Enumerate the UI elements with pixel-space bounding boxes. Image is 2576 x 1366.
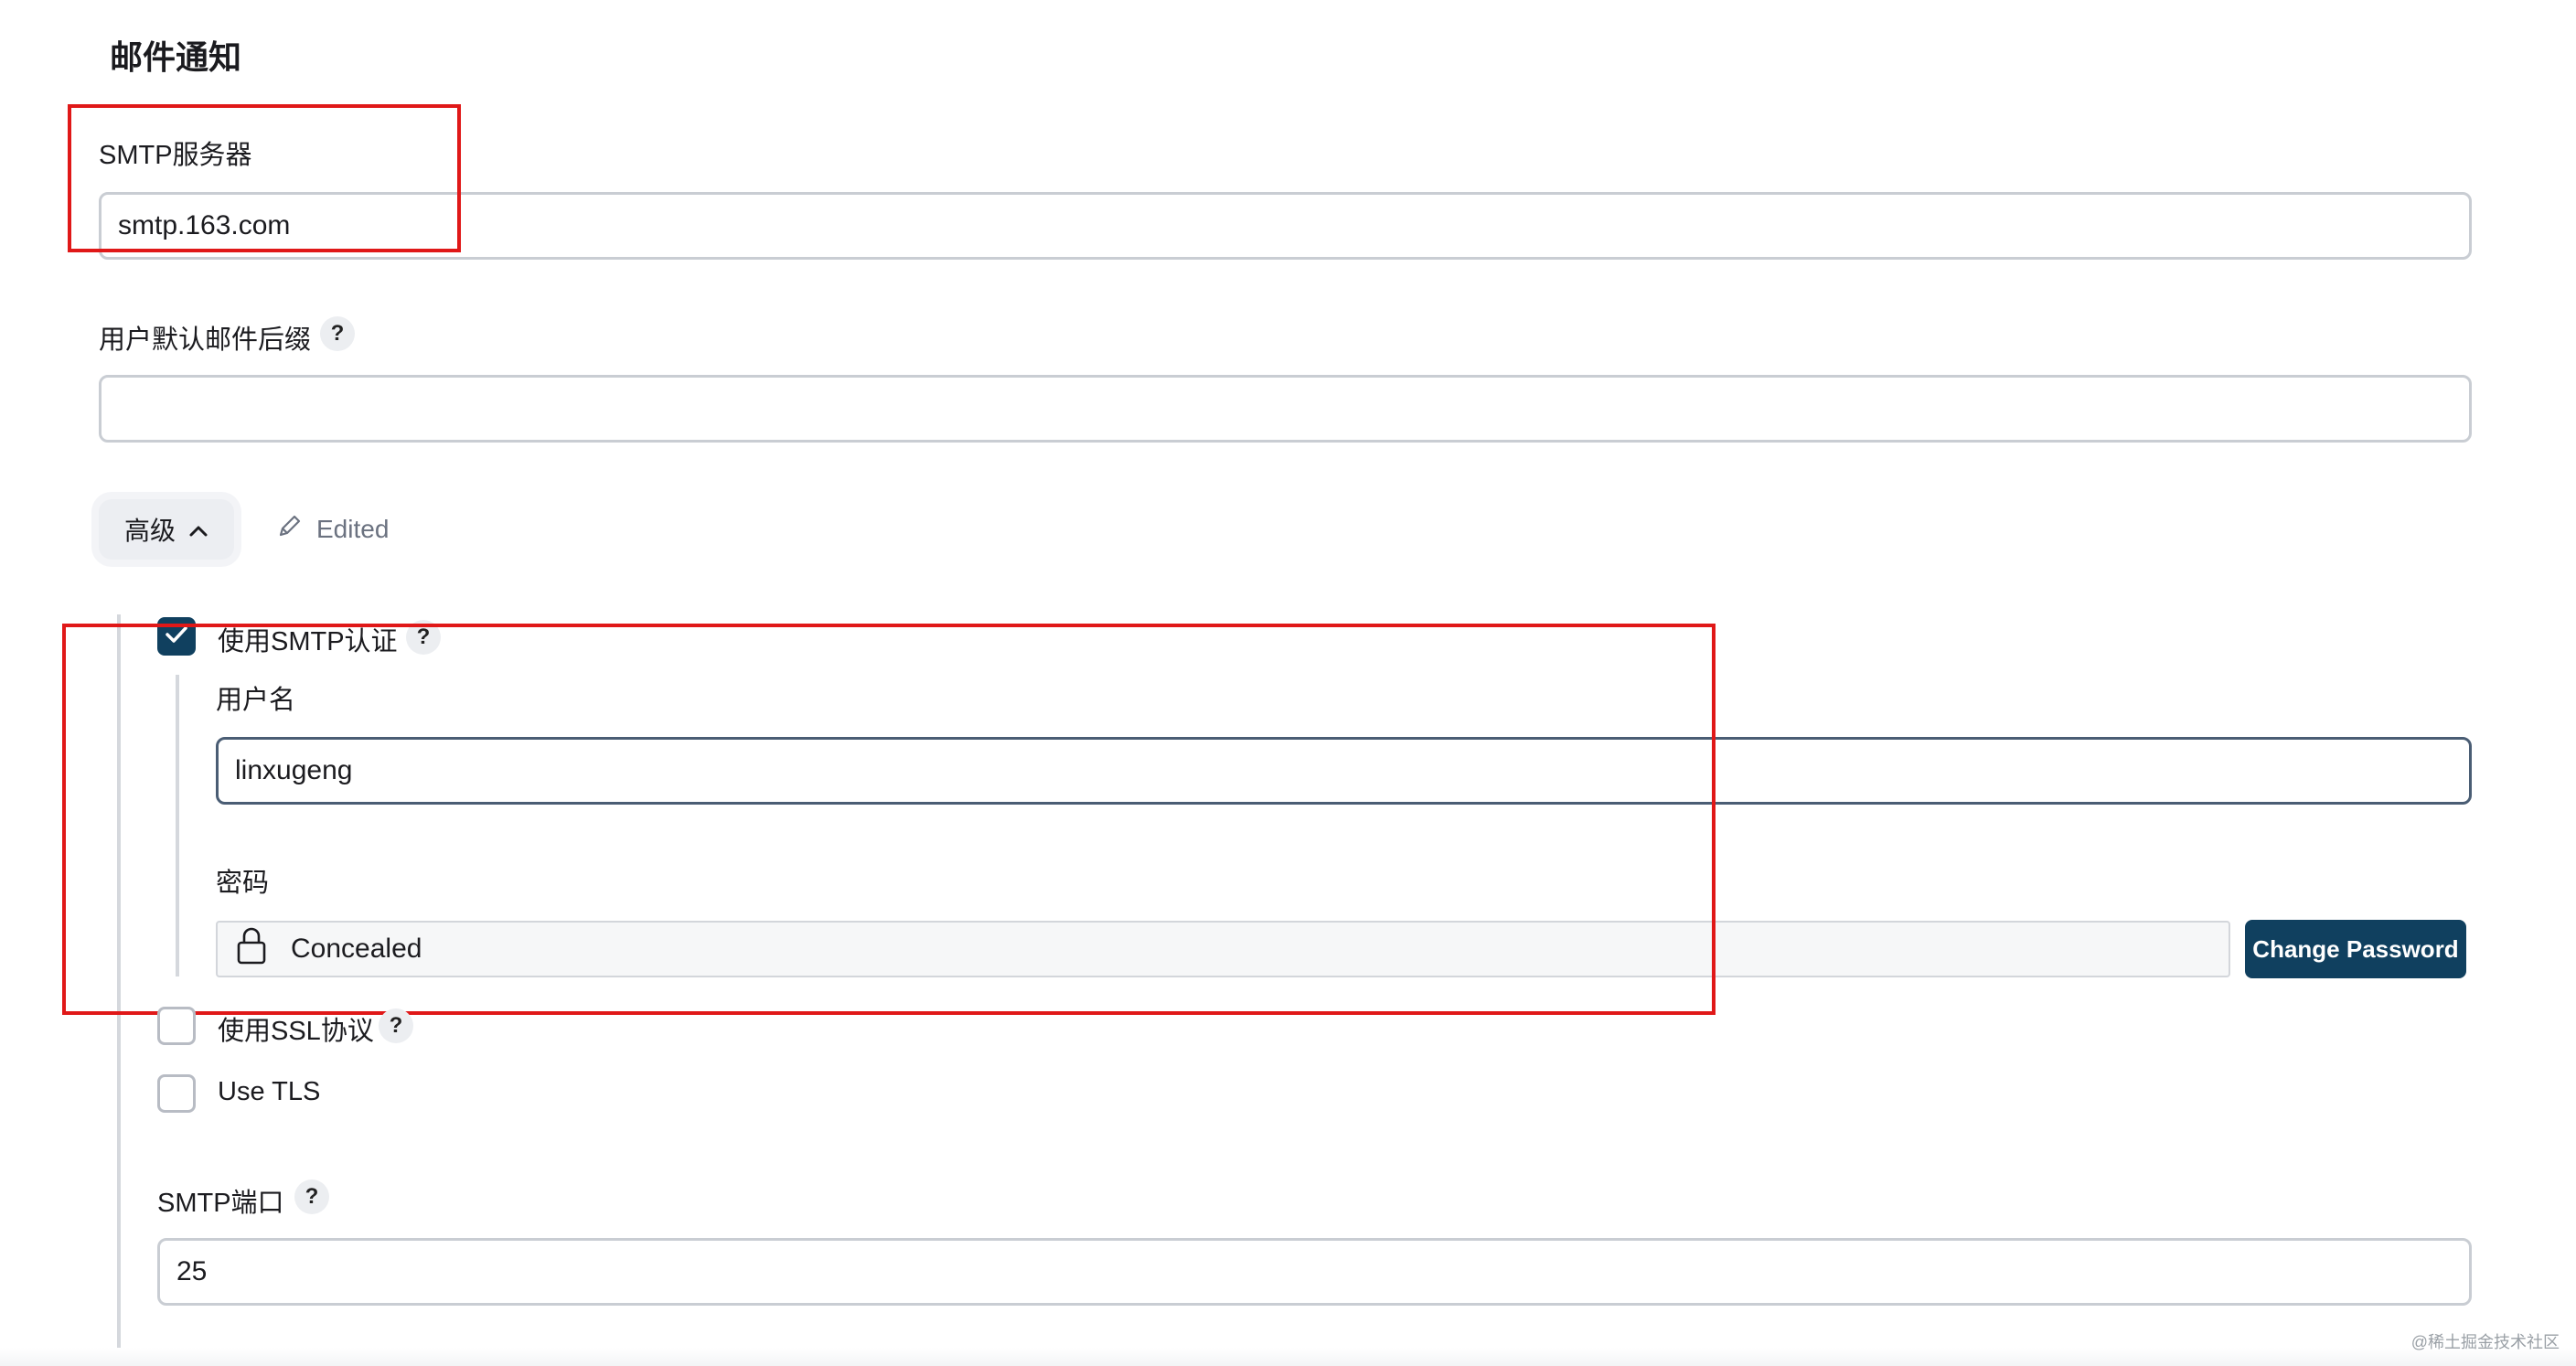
- section-title: 邮件通知: [110, 38, 242, 76]
- default-suffix-help-button[interactable]: ?: [320, 316, 355, 351]
- tls-label: Use TLS: [218, 1077, 321, 1106]
- pencil-icon: [276, 512, 304, 546]
- chevron-up-icon: [188, 515, 208, 544]
- change-password-button[interactable]: Change Password: [2245, 920, 2466, 978]
- smtp-port-label: SMTP端口: [157, 1189, 284, 1218]
- ssl-help-button[interactable]: ?: [379, 1008, 413, 1043]
- smtp-port-help-button[interactable]: ?: [294, 1179, 329, 1214]
- annotation-box-smtp-server: [68, 104, 461, 252]
- advanced-toggle-button[interactable]: 高级: [99, 499, 234, 560]
- edited-label: Edited: [316, 514, 390, 543]
- ssl-label: 使用SSL协议: [218, 1017, 374, 1046]
- smtp-port-input[interactable]: 25: [157, 1238, 2472, 1306]
- watermark: @稀土掘金技术社区: [2410, 1333, 2560, 1351]
- advanced-label: 高级: [123, 517, 176, 545]
- default-suffix-label: 用户默认邮件后缀: [99, 325, 312, 355]
- tls-checkbox[interactable]: [157, 1074, 196, 1113]
- edited-indicator: Edited: [276, 512, 389, 546]
- annotation-box-smtp-auth: [62, 624, 1716, 1015]
- bottom-fade: [0, 1348, 2576, 1366]
- smtp-port-value: 25: [176, 1256, 208, 1286]
- default-suffix-input[interactable]: [99, 375, 2472, 443]
- ssl-checkbox[interactable]: [157, 1007, 196, 1045]
